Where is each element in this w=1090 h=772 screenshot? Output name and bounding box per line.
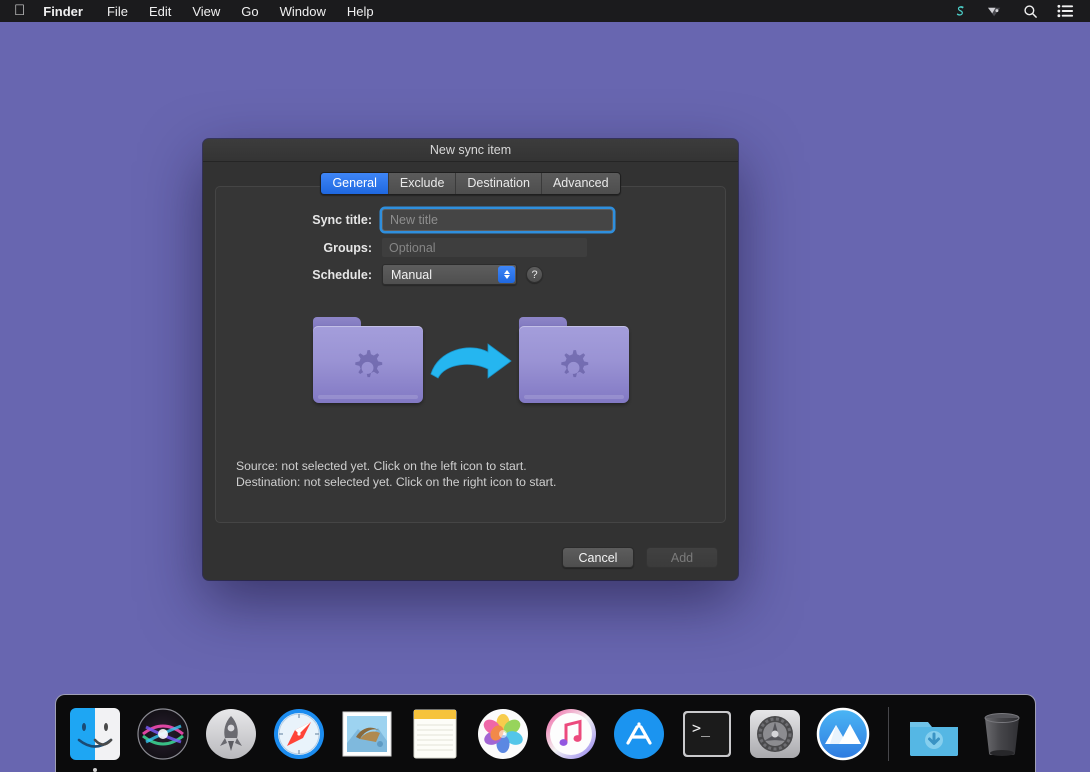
schedule-value: Manual [391, 268, 432, 282]
sync-title-label: Sync title: [236, 213, 382, 227]
gear-icon [345, 342, 391, 388]
dock-item-terminal[interactable]: >_ [678, 705, 736, 763]
chevron-updown-icon[interactable] [498, 266, 515, 283]
gear-icon [551, 342, 597, 388]
dock-divider [888, 707, 889, 761]
tab-group: General Exclude Destination Advanced [320, 172, 620, 195]
desktop:  Finder File Edit View Go Window Help [0, 0, 1090, 772]
schedule-label: Schedule: [236, 268, 382, 282]
dialog-body: General Exclude Destination Advanced Syn… [203, 162, 738, 580]
dock-item-safari[interactable] [270, 705, 328, 763]
tab-bar: General Exclude Destination Advanced [215, 172, 726, 195]
general-tab-panel: Sync title: New title Groups: Optional S… [215, 186, 726, 523]
dock-item-app-store[interactable] [610, 705, 668, 763]
search-icon[interactable] [1023, 4, 1038, 19]
dialog-title: New sync item [430, 143, 511, 157]
menu-bar:  Finder File Edit View Go Window Help [0, 0, 1090, 22]
sync-title-row: Sync title: New title [236, 209, 705, 231]
dock-item-launchpad[interactable] [202, 705, 260, 763]
menu-item-finder[interactable]: Finder [43, 4, 83, 19]
menubar-status-area [953, 4, 1074, 19]
sync-s-icon[interactable] [953, 4, 968, 19]
source-status-line: Source: not selected yet. Click on the l… [236, 459, 556, 475]
menu-item-go[interactable]: Go [241, 4, 258, 19]
dock: >_ [55, 694, 1036, 772]
dock-item-itunes[interactable] [542, 705, 600, 763]
svg-text:>_: >_ [692, 719, 711, 737]
apple-icon[interactable]:  [14, 3, 25, 18]
menu-item-edit[interactable]: Edit [149, 4, 171, 19]
groups-placeholder: Optional [389, 241, 436, 255]
tab-advanced[interactable]: Advanced [542, 173, 620, 194]
dialog-buttons: Cancel Add [562, 547, 718, 568]
dock-item-trash[interactable] [973, 705, 1031, 763]
running-indicator [93, 768, 97, 772]
source-folder-icon[interactable] [313, 317, 423, 403]
sync-graphics [236, 305, 705, 415]
dock-item-siri[interactable] [134, 705, 192, 763]
groups-row: Groups: Optional [236, 238, 705, 257]
tab-general[interactable]: General [321, 173, 388, 194]
sync-arrow-icon [423, 336, 519, 384]
menu-item-file[interactable]: File [107, 4, 128, 19]
destination-folder-body [519, 326, 629, 403]
new-sync-item-dialog: New sync item General Exclude Destinatio… [203, 139, 738, 580]
help-button[interactable]: ? [526, 266, 543, 283]
sync-title-input[interactable]: New title [382, 209, 613, 231]
dock-item-mail[interactable] [338, 705, 396, 763]
add-button[interactable]: Add [646, 547, 718, 568]
status-text: Source: not selected yet. Click on the l… [236, 459, 556, 490]
dock-item-cleanmymac[interactable] [814, 705, 872, 763]
source-folder-body [313, 326, 423, 403]
cursor-arrow-icon[interactable] [987, 4, 1004, 19]
menu-item-window[interactable]: Window [280, 4, 326, 19]
menu-item-view[interactable]: View [192, 4, 220, 19]
groups-input[interactable]: Optional [382, 238, 587, 257]
tab-exclude[interactable]: Exclude [389, 173, 456, 194]
dock-item-notes[interactable] [406, 705, 464, 763]
cancel-button[interactable]: Cancel [562, 547, 634, 568]
dock-item-system-preferences[interactable] [746, 705, 804, 763]
destination-status-line: Destination: not selected yet. Click on … [236, 475, 556, 491]
destination-folder-icon[interactable] [519, 317, 629, 403]
dock-item-photos[interactable] [474, 705, 532, 763]
sync-title-placeholder: New title [390, 213, 438, 227]
schedule-select[interactable]: Manual [382, 264, 517, 285]
groups-label: Groups: [236, 241, 382, 255]
schedule-row: Schedule: Manual ? [236, 264, 705, 285]
dialog-titlebar[interactable]: New sync item [203, 139, 738, 162]
dock-item-downloads-folder[interactable] [905, 705, 963, 763]
dock-item-finder[interactable] [66, 705, 124, 763]
menu-item-help[interactable]: Help [347, 4, 374, 19]
tab-destination[interactable]: Destination [456, 173, 542, 194]
control-center-icon[interactable] [1057, 4, 1074, 18]
